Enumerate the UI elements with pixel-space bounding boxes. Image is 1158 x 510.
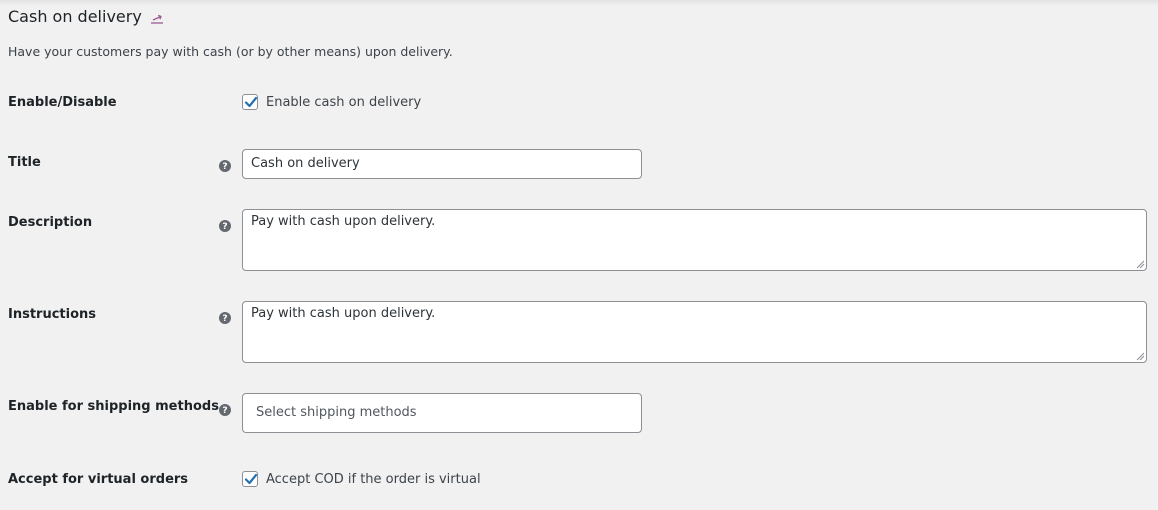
help-tip-icon[interactable]: ?: [219, 401, 231, 416]
help-tip-icon[interactable]: ?: [219, 309, 231, 324]
enable-cod-checkbox[interactable]: [242, 94, 258, 110]
checkmark-icon: [244, 473, 258, 485]
page-description: Have your customers pay with cash (or by…: [8, 44, 453, 59]
svg-text:?: ?: [222, 162, 227, 172]
svg-text:?: ?: [222, 314, 227, 324]
svg-text:?: ?: [222, 406, 227, 416]
shipping-methods-placeholder: Select shipping methods: [256, 405, 417, 420]
instructions-text: Pay with cash upon delivery.: [251, 306, 436, 321]
top-shadow: [0, 0, 1158, 6]
return-arrow-icon[interactable]: [150, 10, 164, 24]
title-input[interactable]: Cash on delivery: [242, 149, 642, 179]
help-tip-icon[interactable]: ?: [219, 217, 231, 232]
section-heading: Cash on delivery: [8, 4, 164, 28]
resize-grip-icon[interactable]: [1136, 352, 1145, 361]
instructions-label: Instructions: [8, 307, 97, 322]
description-textarea[interactable]: Pay with cash upon delivery.: [242, 209, 1147, 271]
checkmark-icon: [244, 96, 258, 108]
virtual-orders-checkbox[interactable]: [242, 471, 258, 487]
resize-grip-icon[interactable]: [1136, 260, 1145, 269]
title-label: Title: [8, 155, 41, 170]
enable-disable-label: Enable/Disable: [8, 95, 117, 110]
enable-cod-checkbox-label[interactable]: Enable cash on delivery: [266, 95, 421, 110]
help-tip-icon[interactable]: ?: [219, 157, 231, 172]
virtual-orders-checkbox-label[interactable]: Accept COD if the order is virtual: [266, 472, 481, 487]
page-title: Cash on delivery: [8, 6, 142, 26]
shipping-methods-select[interactable]: Select shipping methods: [242, 393, 642, 433]
virtual-orders-label: Accept for virtual orders: [8, 472, 189, 487]
instructions-textarea[interactable]: Pay with cash upon delivery.: [242, 301, 1147, 363]
description-label: Description: [8, 215, 93, 230]
svg-text:?: ?: [222, 222, 227, 232]
cod-settings-page: Cash on delivery Have your customers pay…: [0, 0, 1158, 510]
description-text: Pay with cash upon delivery.: [251, 214, 436, 229]
shipping-methods-label: Enable for shipping methods: [8, 399, 219, 414]
